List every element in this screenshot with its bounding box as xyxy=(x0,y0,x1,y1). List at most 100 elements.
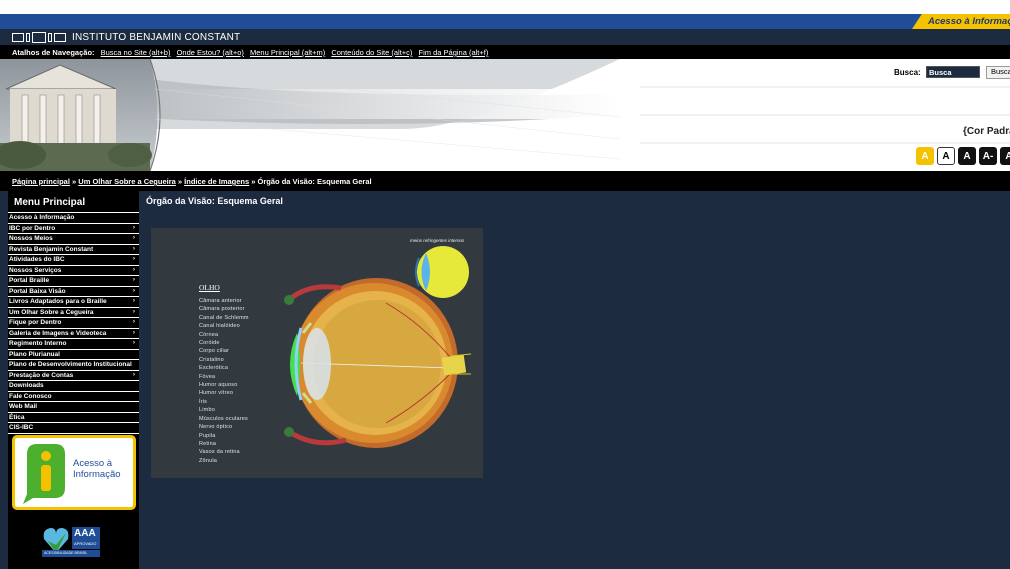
chevron-right-icon: › xyxy=(132,255,135,262)
institution-name: INSTITUTO BENJAMIN CONSTANT xyxy=(72,31,241,43)
building-banner-image xyxy=(0,59,1010,171)
breadcrumb-indice-imagens[interactable]: Índice de Imagens xyxy=(184,177,249,186)
menu-item[interactable]: Web Mail xyxy=(8,402,139,413)
menu-item-label: Galeria de Imagens e Videoteca xyxy=(9,329,107,337)
chevron-right-icon: › xyxy=(132,318,135,325)
search-input[interactable] xyxy=(926,66,980,78)
menu-item-label: Downloads xyxy=(9,382,44,389)
eye-diagram: meios refringentes internos OLHO Câmara … xyxy=(151,228,483,478)
font-contrast-button[interactable]: A xyxy=(958,147,976,165)
eye-part-label: Humor aquoso xyxy=(199,382,238,389)
menu-item[interactable]: Um Olhar Sobre a Cegueira › xyxy=(8,307,139,318)
shortcut-main-menu[interactable]: Menu Principal (alt+m) xyxy=(250,48,325,57)
eye-part-label: Câmara posterior xyxy=(199,306,245,313)
aaa-sub: APROVADO xyxy=(74,541,97,546)
eye-part-label: Músculos oculares xyxy=(199,415,248,422)
menu-item-label: Plano Plurianual xyxy=(9,350,60,358)
eye-part-label: Córnea xyxy=(199,331,219,338)
menu-item-label: Um Olhar Sobre a Cegueira xyxy=(9,308,94,316)
aaa-footer: ACESSIBILIDADE BRASIL xyxy=(44,551,88,555)
eye-part-label: Canal de Schlemm xyxy=(199,314,249,321)
eye-parts: Câmara anterior Câmara posterior Canal de … xyxy=(199,297,249,465)
menu-item[interactable]: Atividades do IBC › xyxy=(8,255,139,266)
shortcut-search[interactable]: Busca no Site (alt+b) xyxy=(101,48,171,57)
font-white-button[interactable]: A xyxy=(937,147,955,165)
eye-main-label: OLHO xyxy=(199,283,220,292)
menu-item[interactable]: Regimento Interno › xyxy=(8,339,139,350)
menu-item[interactable]: Fale Conosco xyxy=(8,392,139,402)
menu-item[interactable]: Nossos Serviços › xyxy=(8,265,139,276)
menu-item[interactable]: Portal Braille › xyxy=(8,276,139,287)
header-banner: Busca: Busca {Cor Padrão A A A A- A xyxy=(0,59,1010,171)
menu-item-label: CIS-IBC xyxy=(9,424,34,431)
top-strip xyxy=(0,0,1010,14)
menu-item-label: Plano de Desenvolvimento Institucional xyxy=(9,361,132,368)
menu-item-label: Livros Adaptados para o Braille xyxy=(9,298,107,305)
chevron-right-icon: › xyxy=(132,265,135,273)
eye-part-label: Canal hialóideo xyxy=(199,323,240,330)
inset-label: meios refringentes internos xyxy=(410,238,465,243)
page-title: Órgão da Visão: Esquema Geral xyxy=(146,196,283,206)
eye-part-label: Coróide xyxy=(199,340,220,347)
eye-part-label: Fóvea xyxy=(199,373,216,380)
accessibility-badge[interactable]: AAA APROVADO ACESSIBILIDADE BRASIL xyxy=(42,523,100,557)
menu-item[interactable]: Livros Adaptados para o Braille › xyxy=(8,297,139,308)
search-button[interactable]: Busca xyxy=(986,66,1010,79)
chevron-right-icon: › xyxy=(132,307,135,315)
menu-item[interactable]: IBC por Dentro › xyxy=(8,224,139,234)
menu-item-label: Portal Baixa Visão xyxy=(9,287,66,295)
eye-part-label: Esclerótica xyxy=(199,365,229,372)
chevron-right-icon: › xyxy=(132,370,135,378)
menu-item[interactable]: Acesso à Informação xyxy=(8,213,139,224)
menu-item-label: Regimento Interno xyxy=(9,340,67,347)
shortcuts-title: Atalhos de Navegação: xyxy=(12,48,95,57)
eye-part-label: Câmara anterior xyxy=(199,298,242,304)
menu-item-label: Atividades do IBC xyxy=(9,256,65,263)
eye-part-label: Retina xyxy=(199,440,217,447)
menu-item[interactable]: Plano de Desenvolvimento Institucional xyxy=(8,360,139,371)
eye-part-label: Pupila xyxy=(199,432,216,439)
breadcrumb-separator: » xyxy=(249,177,258,186)
menu-item[interactable]: Fique por Dentro › xyxy=(8,318,139,329)
breadcrumb-home[interactable]: Página principal xyxy=(12,177,70,186)
menu-item-label: Web Mail xyxy=(9,403,38,410)
acesso-informacao-banner[interactable]: Acesso à Informação xyxy=(12,435,136,510)
search-label: Busca: xyxy=(894,68,921,77)
chevron-right-icon: › xyxy=(132,244,135,252)
lens-inset-illustration xyxy=(415,246,469,298)
shortcut-content[interactable]: Conteúdo do Site (alt+c) xyxy=(331,48,412,57)
eye-part-label: Vasos da retina xyxy=(199,449,240,456)
menu-item[interactable]: Ética xyxy=(8,413,139,423)
menu-item-label: Ética xyxy=(9,413,25,421)
menu-item[interactable]: Downloads xyxy=(8,381,139,392)
menu-item[interactable]: Nossos Meios › xyxy=(8,234,139,245)
institution-bar: INSTITUTO BENJAMIN CONSTANT xyxy=(0,29,1010,45)
menu-item-label: Portal Braille xyxy=(9,277,50,284)
shortcut-page-end[interactable]: Fim da Página (alt+f) xyxy=(419,48,489,57)
breadcrumb: Página principal » Um Olhar Sobre a Cegu… xyxy=(0,171,1010,191)
menu-item[interactable]: Portal Baixa Visão › xyxy=(8,286,139,297)
chevron-right-icon: › xyxy=(132,339,135,346)
eye-part-label: Limbo xyxy=(199,407,215,414)
font-size-controls: A A A A- A xyxy=(916,147,1010,165)
font-normal-button[interactable]: A xyxy=(916,147,934,165)
menu-item[interactable]: Plano Plurianual xyxy=(8,350,139,360)
acesso-informacao-tab[interactable]: Acesso à Informação xyxy=(912,14,1010,29)
breadcrumb-separator: » xyxy=(175,177,185,186)
chevron-right-icon: › xyxy=(132,286,135,294)
eye-part-label: Corpo ciliar xyxy=(199,348,230,355)
shortcut-where-am-i[interactable]: Onde Estou? (alt+o) xyxy=(177,48,244,57)
font-decrease-button[interactable]: A- xyxy=(979,147,997,165)
menu-item[interactable]: CIS-IBC xyxy=(8,423,139,434)
contrast-toggle[interactable]: {Cor Padrão xyxy=(963,126,1010,137)
eye-part-label: Humor vítreo xyxy=(199,390,234,397)
menu-item-label: Revista Benjamin Constant xyxy=(9,245,94,253)
menu-item[interactable]: Revista Benjamin Constant › xyxy=(8,244,139,255)
breadcrumb-um-olhar[interactable]: Um Olhar Sobre a Cegueira xyxy=(78,177,176,186)
menu-item-label: IBC por Dentro xyxy=(9,224,56,232)
menu-item[interactable]: Prestação de Contas › xyxy=(8,370,139,381)
chevron-right-icon: › xyxy=(132,234,135,241)
font-increase-button[interactable]: A xyxy=(1000,147,1010,165)
shortcuts-bar: Atalhos de Navegação: Busca no Site (alt… xyxy=(0,45,1010,59)
menu-item[interactable]: Galeria de Imagens e Videoteca › xyxy=(8,329,139,339)
